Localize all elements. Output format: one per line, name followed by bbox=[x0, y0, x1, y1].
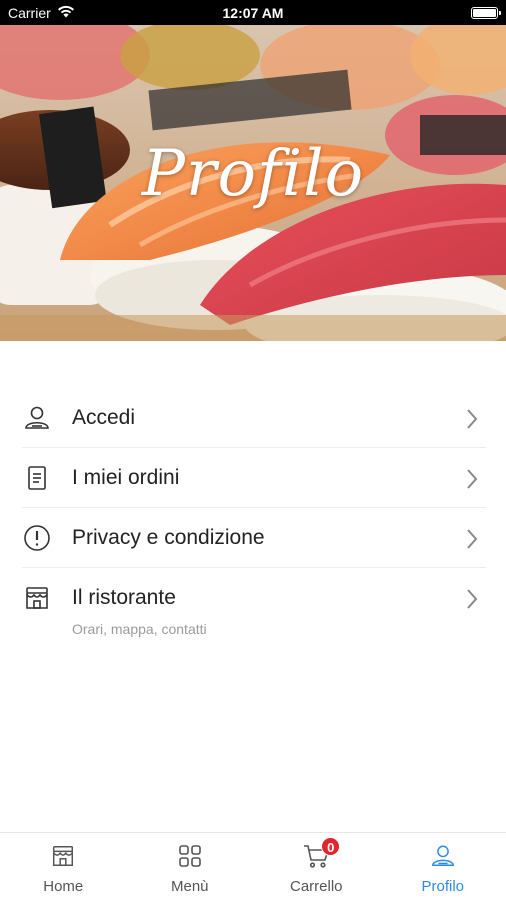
person-icon bbox=[22, 403, 52, 433]
tab-label: Carrello bbox=[289, 878, 343, 895]
chevron-right-icon bbox=[466, 468, 478, 495]
menu-item-label: I miei ordini bbox=[72, 466, 180, 489]
battery-icon bbox=[471, 6, 501, 19]
hero-banner: Profilo bbox=[0, 25, 506, 341]
menu-item-accedi[interactable]: Accedi bbox=[22, 388, 486, 448]
store-icon bbox=[50, 843, 76, 874]
chevron-right-icon bbox=[466, 588, 478, 615]
menu-item-label: Accedi bbox=[72, 406, 136, 429]
status-bar: Carrier 12:07 AM bbox=[0, 0, 506, 25]
tab-label: Home bbox=[43, 878, 84, 895]
cart-count-badge: 0 bbox=[321, 837, 341, 856]
tab-home[interactable]: Home bbox=[0, 833, 127, 900]
tab-profile[interactable]: Profilo bbox=[380, 833, 506, 900]
menu-item-privacy[interactable]: Privacy e condizione bbox=[22, 508, 486, 568]
menu-item-miei-ordini[interactable]: I miei ordini bbox=[22, 448, 486, 508]
chevron-right-icon bbox=[466, 528, 478, 555]
status-left: Carrier bbox=[8, 5, 75, 21]
tab-menu[interactable]: Menù bbox=[127, 833, 254, 900]
chevron-right-icon bbox=[466, 408, 478, 435]
alert-circle-icon bbox=[22, 523, 52, 553]
status-right bbox=[471, 6, 501, 19]
menu-item-label: Privacy e condizione bbox=[72, 526, 265, 549]
carrier-label: Carrier bbox=[8, 4, 51, 21]
store-icon bbox=[22, 583, 52, 613]
tab-label: Profilo bbox=[421, 878, 465, 895]
wifi-icon bbox=[57, 5, 75, 21]
menu-item-ristorante[interactable]: Il ristorante Orari, mappa, contatti bbox=[22, 568, 486, 648]
tab-cart[interactable]: 0 Carrello bbox=[253, 833, 380, 900]
menu-item-label: Il ristorante bbox=[72, 586, 176, 609]
tab-label: Menù bbox=[170, 878, 209, 895]
grid-icon bbox=[177, 843, 203, 874]
document-icon bbox=[22, 463, 52, 493]
status-time: 12:07 AM bbox=[222, 4, 284, 21]
person-icon bbox=[430, 843, 456, 874]
page-title: Profilo bbox=[141, 137, 365, 211]
menu-item-subtitle: Orari, mappa, contatti bbox=[72, 621, 207, 637]
tab-bar: Home Menù 0 Carrello Profilo bbox=[0, 832, 506, 900]
profile-menu-list: Accedi I miei ordini Privacy e condizion… bbox=[22, 388, 486, 648]
